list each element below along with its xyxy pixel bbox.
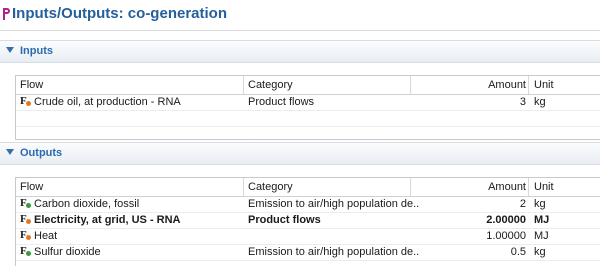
unit-value: MJ (534, 230, 549, 242)
flow-name: Carbon dioxide, fossil (34, 198, 140, 210)
flow-icon: F (20, 95, 32, 107)
column-header-unit[interactable]: Unit (534, 178, 594, 196)
chevron-down-icon[interactable] (6, 47, 14, 53)
column-header-category[interactable]: Category (248, 76, 420, 94)
unit-value: MJ (534, 214, 550, 226)
page-title: Inputs/Outputs: co-generation (12, 5, 227, 22)
editor-title-bar: Inputs/Outputs: co-generation (0, 0, 600, 30)
amount-cell[interactable]: 0.5 (416, 245, 526, 260)
chevron-down-icon[interactable] (6, 149, 14, 155)
amount-cell[interactable]: 3 (416, 95, 526, 110)
flow-cell[interactable]: F Carbon dioxide, fossil (20, 197, 256, 212)
table-header: Flow Category Amount Unit (16, 178, 600, 197)
unit-cell[interactable]: kg (534, 197, 594, 212)
empty-row (16, 111, 600, 127)
category-cell[interactable]: Emission to air/high population de... (248, 197, 420, 212)
outputs-table: Flow Category Amount Unit F Carbon dioxid… (15, 177, 600, 266)
unit-cell[interactable]: MJ (534, 213, 594, 228)
flow-cell[interactable]: F Heat (20, 229, 256, 244)
column-separator[interactable] (410, 178, 411, 196)
column-separator[interactable] (410, 76, 411, 94)
inputs-table: Flow Category Amount Unit F Crude oil, at… (15, 75, 600, 140)
table-row[interactable]: F Sulfur dioxide Emission to air/high pop… (16, 245, 600, 261)
column-header-category[interactable]: Category (248, 178, 420, 196)
column-header-flow[interactable]: Flow (20, 178, 256, 196)
amount-cell[interactable]: 2.00000 (416, 213, 526, 228)
process-icon (3, 8, 10, 20)
category-cell[interactable] (248, 229, 420, 244)
unit-cell[interactable]: MJ (534, 229, 594, 244)
table-row[interactable]: F Crude oil, at production - RNA Product … (16, 95, 600, 111)
table-header: Flow Category Amount Unit (16, 76, 600, 95)
flow-icon: F (20, 197, 32, 209)
inputs-section-header[interactable]: Inputs (0, 40, 600, 63)
table-row[interactable]: F Electricity, at grid, US - RNA Product … (16, 213, 600, 229)
amount-cell[interactable]: 1.00000 (416, 229, 526, 244)
flow-name: Sulfur dioxide (34, 246, 101, 258)
outputs-section-header[interactable]: Outputs (0, 142, 600, 165)
column-header-unit[interactable]: Unit (534, 76, 594, 94)
unit-value: kg (534, 198, 546, 210)
column-separator[interactable] (243, 76, 244, 94)
table-row[interactable]: F Heat 1.00000 MJ (16, 229, 600, 245)
flow-cell[interactable]: F Electricity, at grid, US - RNA (20, 213, 256, 228)
flow-cell[interactable]: F Crude oil, at production - RNA (20, 95, 256, 110)
unit-value: kg (534, 246, 546, 258)
inputs-section-label: Inputs (20, 45, 53, 57)
category-cell[interactable]: Emission to air/high population de... (248, 245, 420, 260)
flow-name: Electricity, at grid, US - RNA (34, 214, 181, 226)
column-header-amount[interactable]: Amount (416, 178, 526, 196)
outputs-section-label: Outputs (20, 147, 63, 159)
column-separator[interactable] (243, 178, 244, 196)
flow-cell[interactable]: F Sulfur dioxide (20, 245, 256, 260)
column-header-amount[interactable]: Amount (416, 76, 526, 94)
divider (0, 30, 600, 31)
unit-cell[interactable]: kg (534, 245, 594, 260)
column-separator[interactable] (528, 178, 529, 196)
unit-value: kg (534, 96, 546, 108)
table-row[interactable]: F Carbon dioxide, fossil Emission to air/… (16, 197, 600, 213)
flow-icon: F (20, 213, 32, 225)
amount-cell[interactable]: 2 (416, 197, 526, 212)
flow-name: Heat (34, 230, 58, 242)
column-header-flow[interactable]: Flow (20, 76, 256, 94)
flow-name: Crude oil, at production - RNA (34, 96, 181, 108)
column-separator[interactable] (528, 76, 529, 94)
category-cell[interactable]: Product flows (248, 213, 420, 228)
flow-icon: F (20, 245, 32, 257)
flow-icon: F (20, 229, 32, 241)
unit-cell[interactable]: kg (534, 95, 594, 110)
category-cell[interactable]: Product flows (248, 95, 420, 110)
